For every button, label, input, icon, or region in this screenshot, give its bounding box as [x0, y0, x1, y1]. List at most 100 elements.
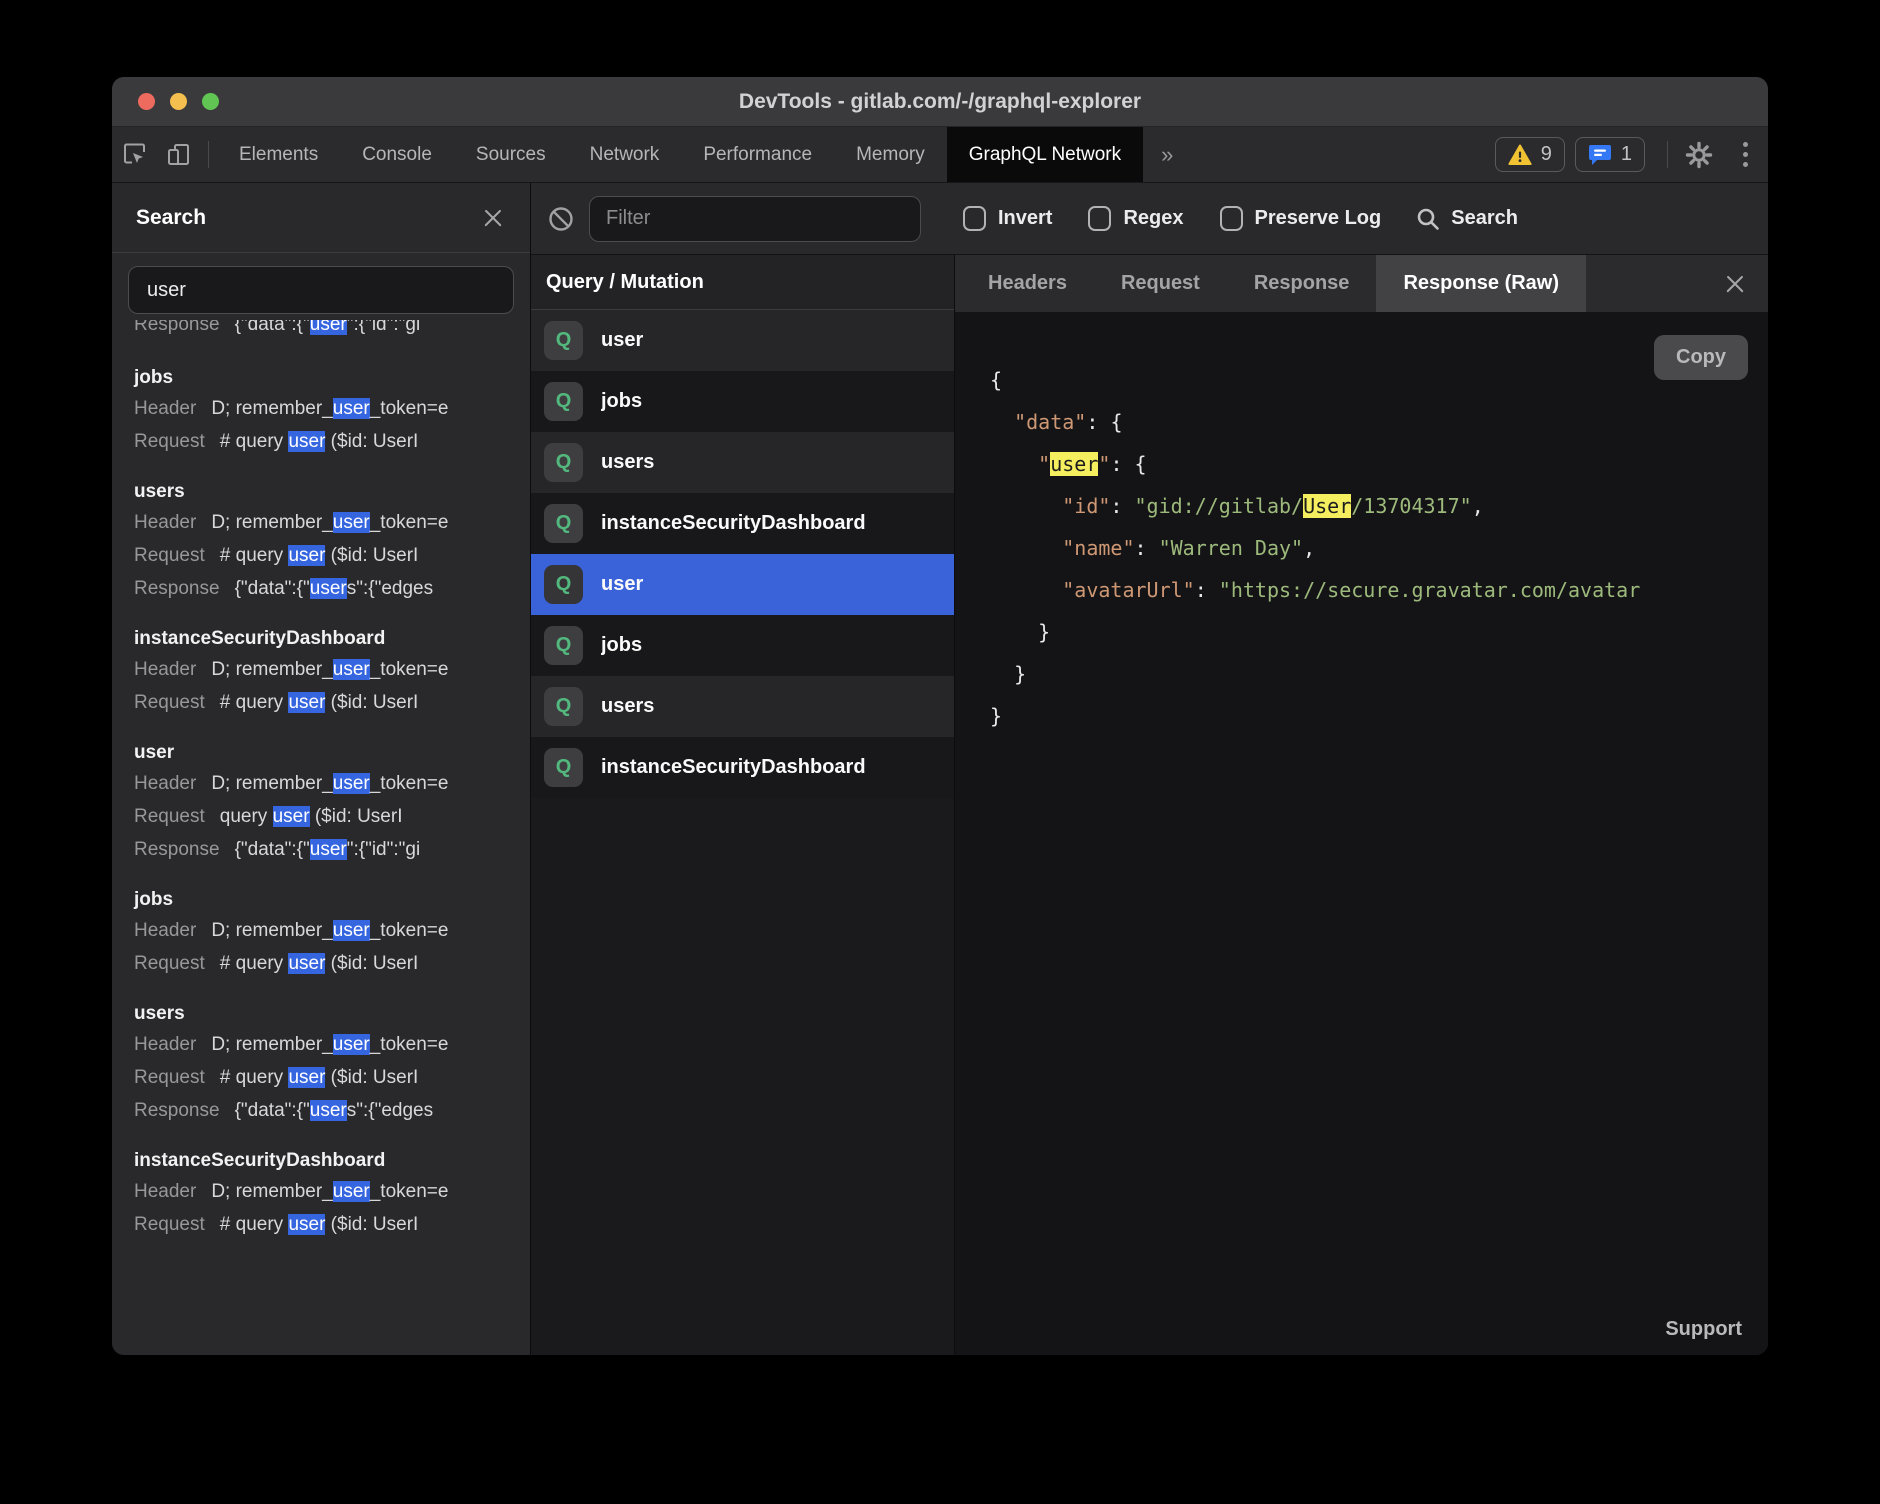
- checkbox-preserve-log[interactable]: Preserve Log: [1220, 206, 1382, 231]
- filter-input[interactable]: [589, 196, 921, 242]
- detail-tab-request[interactable]: Request: [1094, 255, 1227, 312]
- json-token: {: [1110, 410, 1122, 434]
- query-row-users[interactable]: Qusers: [531, 676, 954, 737]
- query-type-badge: Q: [544, 565, 583, 604]
- tab-memory[interactable]: Memory: [834, 127, 947, 182]
- json-token: "gid://gitlab/: [1135, 494, 1304, 518]
- filter-toolbar: Invert Regex Preserve Log Search: [531, 183, 1768, 255]
- search-match-highlight: user: [288, 1214, 325, 1235]
- copy-button[interactable]: Copy: [1654, 335, 1748, 380]
- tab-console[interactable]: Console: [340, 127, 454, 182]
- json-line: "data": {: [990, 401, 1768, 443]
- search-result-group[interactable]: userHeaderD; remember_user_token=eReques…: [134, 739, 530, 866]
- search-match-highlight: user: [288, 953, 325, 974]
- zoom-window-button[interactable]: [202, 93, 219, 110]
- json-token: "data": [1014, 410, 1086, 434]
- detail-tab-strip: HeadersRequestResponseResponse (Raw): [955, 255, 1768, 313]
- detail-tab-response[interactable]: Response: [1227, 255, 1377, 312]
- query-row-label: instanceSecurityDashboard: [601, 756, 866, 779]
- result-text: D; remember_: [211, 1181, 332, 1202]
- checkbox-box: [1220, 206, 1243, 231]
- result-text: _token=e: [370, 512, 449, 533]
- query-type-badge: Q: [544, 504, 583, 543]
- search-result-group[interactable]: instanceSecurityDashboardHeaderD; rememb…: [134, 625, 530, 719]
- result-line-label: Request: [134, 1214, 205, 1235]
- search-result-line: Response{"data":{"users":{"edges: [134, 1094, 530, 1127]
- result-text: ":{"id":"gi: [347, 839, 420, 860]
- close-detail-icon[interactable]: [1724, 273, 1746, 295]
- query-row-user[interactable]: Quser: [531, 310, 954, 371]
- search-result-line: HeaderD; remember_user_token=e: [134, 506, 530, 539]
- detail-tab-response-raw-[interactable]: Response (Raw): [1376, 255, 1586, 312]
- json-token: {: [990, 368, 1002, 392]
- close-search-panel-icon[interactable]: [482, 207, 504, 229]
- inspect-element-icon[interactable]: [112, 127, 156, 182]
- detail-tab-headers[interactable]: Headers: [961, 255, 1094, 312]
- json-line: }: [990, 695, 1768, 737]
- json-line: "id": "gid://gitlab/User/13704317",: [990, 485, 1768, 527]
- query-list-panel: Query / Mutation QuserQjobsQusersQinstan…: [531, 255, 955, 1355]
- query-row-users[interactable]: Qusers: [531, 432, 954, 493]
- result-text: D; remember_: [211, 659, 332, 680]
- search-result-group[interactable]: usersHeaderD; remember_user_token=eReque…: [134, 1000, 530, 1127]
- json-token: [990, 578, 1062, 602]
- search-input-wrap: [112, 253, 530, 320]
- window-title: DevTools - gitlab.com/-/graphql-explorer: [739, 90, 1141, 114]
- search-input[interactable]: [128, 266, 514, 314]
- checkbox-box: [1088, 206, 1111, 231]
- device-toolbar-icon[interactable]: [156, 127, 200, 182]
- json-token: ,: [1303, 536, 1315, 560]
- checkbox-invert[interactable]: Invert: [963, 206, 1052, 231]
- tab-network[interactable]: Network: [568, 127, 682, 182]
- checkbox-regex[interactable]: Regex: [1088, 206, 1183, 231]
- result-line-label: Response: [134, 578, 220, 599]
- search-result-line: Response{"data":{"user":{"id":"gi: [134, 833, 530, 866]
- tab-performance[interactable]: Performance: [681, 127, 834, 182]
- support-link[interactable]: Support: [1665, 1318, 1742, 1341]
- devtools-body: Search Response{"data":{"user":{"id":"gi…: [112, 183, 1768, 1355]
- json-search-highlight: User: [1303, 494, 1351, 518]
- tab-sources[interactable]: Sources: [454, 127, 568, 182]
- clear-icon[interactable]: [547, 205, 575, 233]
- checkbox-label: Preserve Log: [1255, 207, 1382, 230]
- query-type-badge: Q: [544, 382, 583, 421]
- query-row-instanceSecurityDashboard[interactable]: QinstanceSecurityDashboard: [531, 737, 954, 798]
- json-line: }: [990, 653, 1768, 695]
- search-result-group[interactable]: instanceSecurityDashboardHeaderD; rememb…: [134, 1147, 530, 1241]
- search-result-group[interactable]: usersHeaderD; remember_user_token=eReque…: [134, 478, 530, 605]
- tab-graphql-network[interactable]: GraphQL Network: [947, 127, 1143, 182]
- json-token: [990, 452, 1038, 476]
- query-row-jobs[interactable]: Qjobs: [531, 371, 954, 432]
- result-text: ($id: UserI: [325, 431, 418, 452]
- minimize-window-button[interactable]: [170, 93, 187, 110]
- query-type-badge: Q: [544, 443, 583, 482]
- search-result-group[interactable]: jobsHeaderD; remember_user_token=eReques…: [134, 364, 530, 458]
- search-match-highlight: user: [288, 1067, 325, 1088]
- close-window-button[interactable]: [138, 93, 155, 110]
- toolbar-search-button[interactable]: Search: [1415, 206, 1518, 232]
- json-token: [990, 410, 1014, 434]
- settings-gear-icon[interactable]: [1676, 127, 1722, 182]
- query-row-label: user: [601, 573, 643, 596]
- query-row-instanceSecurityDashboard[interactable]: QinstanceSecurityDashboard: [531, 493, 954, 554]
- devtools-window: DevTools - gitlab.com/-/graphql-explorer…: [112, 77, 1768, 1355]
- divider: [208, 141, 209, 168]
- kebab-menu-icon[interactable]: [1722, 127, 1768, 182]
- result-line-label: Response: [134, 1100, 220, 1121]
- search-icon: [1415, 206, 1441, 232]
- result-line-label: Response: [134, 320, 220, 335]
- detail-panel: HeadersRequestResponseResponse (Raw) Cop…: [955, 255, 1768, 1355]
- more-tabs-chevron[interactable]: »: [1143, 127, 1191, 182]
- search-match-highlight: user: [310, 1100, 347, 1121]
- json-token: }: [990, 662, 1026, 686]
- close-detail-wrap: [1702, 255, 1768, 312]
- messages-badge[interactable]: 1: [1575, 137, 1645, 172]
- issues-badge[interactable]: 9: [1495, 137, 1565, 172]
- result-text: D; remember_: [211, 1034, 332, 1055]
- search-result-group[interactable]: jobsHeaderD; remember_user_token=eReques…: [134, 886, 530, 980]
- query-row-jobs[interactable]: Qjobs: [531, 615, 954, 676]
- search-panel-title: Search: [136, 206, 206, 230]
- tab-elements[interactable]: Elements: [217, 127, 340, 182]
- json-token: :: [1110, 452, 1134, 476]
- query-row-user[interactable]: Quser: [531, 554, 954, 615]
